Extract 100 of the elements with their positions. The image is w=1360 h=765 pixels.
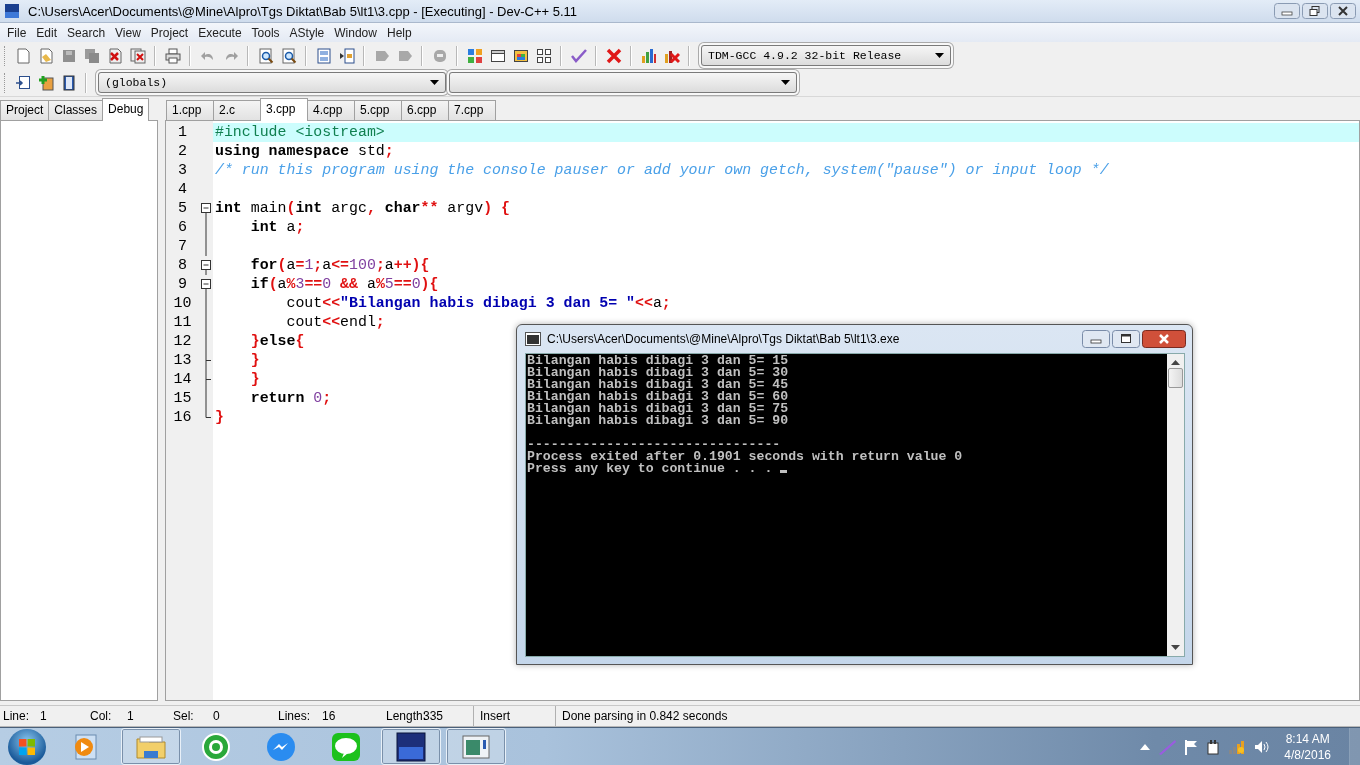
line-number: 2 (177, 142, 188, 161)
file-tab[interactable]: 7.cpp (448, 100, 496, 120)
add-icon[interactable] (37, 74, 54, 91)
line-number: 7 (177, 237, 188, 256)
menu-item[interactable]: Help (381, 25, 417, 40)
print-icon[interactable] (164, 47, 181, 64)
panel-tab[interactable]: Project (0, 100, 50, 120)
chat-bubble-icon (200, 730, 232, 763)
status-label: Col: (89, 709, 113, 723)
status-value: 0 (213, 709, 220, 723)
close-all-icon[interactable] (129, 47, 146, 64)
restore-button[interactable] (1302, 3, 1328, 19)
menu-item[interactable]: Search (62, 25, 111, 40)
line-number: 4 (177, 180, 188, 199)
file-tab[interactable]: 3.cpp (260, 98, 308, 121)
scrollbar[interactable] (1167, 354, 1184, 656)
scroll-thumb[interactable] (1168, 368, 1183, 388)
menu-item[interactable]: Project (145, 25, 194, 40)
close-button[interactable] (1330, 3, 1356, 19)
panel-tab[interactable]: Classes (48, 100, 104, 120)
signal-icon[interactable] (1228, 738, 1247, 755)
new-file-icon[interactable] (14, 47, 31, 64)
file-tab[interactable]: 2.c (213, 100, 261, 120)
line-number: 16 (172, 408, 193, 427)
plug-icon[interactable] (1206, 738, 1221, 755)
menu-item[interactable]: File (2, 25, 32, 40)
up-arrow-icon[interactable] (1140, 743, 1151, 750)
code-line: /* run this program using the console pauser or add your own getch, system("pause") or input loop */ (214, 161, 1109, 180)
menu-item[interactable]: Edit (31, 25, 63, 40)
text-cursor (780, 470, 788, 473)
menu-item[interactable]: AStyle (284, 25, 330, 40)
scroll-down-icon[interactable] (1171, 645, 1180, 650)
console-line: Bilangan habis dibagi 3 dan 5= 90 (527, 415, 790, 427)
edit-mode: Insert (473, 706, 555, 726)
app-icon (4, 3, 20, 19)
save-icon[interactable] (60, 47, 77, 64)
console-line: Bilangan habis dibagi 3 dan 5= 15 (527, 355, 790, 367)
menu-item[interactable]: View (110, 25, 146, 40)
close-button[interactable] (1142, 330, 1186, 348)
class-window-icon[interactable] (14, 74, 31, 91)
scroll-up-icon[interactable] (1171, 360, 1180, 365)
status-label: Sel: (172, 709, 195, 723)
file-tab[interactable]: 5.cpp (354, 100, 402, 120)
code-line: }else{ (249, 332, 305, 351)
console-rule: -------------------------------- (527, 439, 781, 451)
menu-item[interactable]: Window (329, 25, 382, 40)
line-number: 13 (172, 351, 193, 370)
flag-icon[interactable] (1184, 738, 1199, 755)
clock[interactable]: 8:14 AM 4/8/2016 (1284, 730, 1331, 763)
line-number: 11 (172, 313, 193, 332)
line-number: 6 (177, 218, 188, 237)
file-tab[interactable]: 1.cpp (166, 100, 214, 120)
search-icon[interactable] (257, 47, 274, 64)
save-all-icon[interactable] (83, 47, 100, 64)
line-number: 1 (177, 123, 188, 142)
caret-icon (430, 80, 439, 85)
grid-icon[interactable] (535, 47, 552, 64)
compiler-dropdown[interactable]: TDM-GCC 4.9.2 32-bit Release (701, 45, 951, 66)
color-window-icon[interactable] (512, 47, 529, 64)
menu-item[interactable]: Execute (193, 25, 247, 40)
book-icon[interactable] (60, 74, 77, 91)
chart-icon[interactable] (640, 47, 657, 64)
console-line: Press any key to continue . . . (527, 461, 774, 476)
code-line: int a; (249, 218, 305, 237)
menu-item[interactable]: Tools (246, 25, 285, 40)
console-icon (525, 332, 541, 346)
speech-bubble-icon (330, 730, 362, 763)
panel-tab[interactable]: Debug (102, 98, 150, 121)
status-message: Done parsing in 0.842 seconds (555, 706, 728, 726)
scope-dropdown[interactable]: (globals) (98, 72, 446, 93)
file-tab[interactable]: 6.cpp (401, 100, 449, 120)
console-line: Bilangan habis dibagi 3 dan 5= 30 (527, 367, 790, 379)
search-icon[interactable] (280, 47, 297, 64)
line-number: 3 (177, 161, 188, 180)
code-line: int main(int argc, char** argv) { (214, 199, 510, 218)
arrow-panel-icon[interactable] (338, 47, 355, 64)
code-line: using namespace std; (214, 142, 394, 161)
start-button[interactable] (8, 728, 46, 765)
status-label: Lines: (277, 709, 312, 723)
clock-time: 8:14 AM (1285, 730, 1330, 747)
code-line: #include <iostream> (214, 123, 385, 142)
color-grid-icon[interactable] (466, 47, 483, 64)
console-line: Process exited after 0.1901 seconds with return value 0 (527, 449, 963, 464)
cross-icon[interactable] (605, 47, 622, 64)
caret-icon (935, 53, 944, 58)
window-title: C:\Users\Acer\Documents\@Mine\Alpro\Tgs Diktat\Bab 5\lt1\3.exe (547, 332, 901, 346)
lightning-bubble-icon (265, 730, 297, 763)
maximize-button[interactable] (1112, 330, 1140, 348)
taskbar-button[interactable] (381, 728, 441, 765)
check-icon[interactable] (570, 47, 587, 64)
status-value: 1 (127, 709, 134, 723)
file-tab[interactable]: 4.cpp (307, 100, 355, 120)
close-file-icon[interactable] (106, 47, 123, 64)
line-number: 15 (172, 389, 193, 408)
windows-logo-icon (18, 737, 36, 756)
panel-icon[interactable] (315, 47, 332, 64)
symbol-dropdown[interactable] (449, 72, 797, 93)
code-line: } (249, 351, 260, 370)
code-line: } (249, 370, 260, 389)
open-file-icon[interactable] (37, 47, 54, 64)
